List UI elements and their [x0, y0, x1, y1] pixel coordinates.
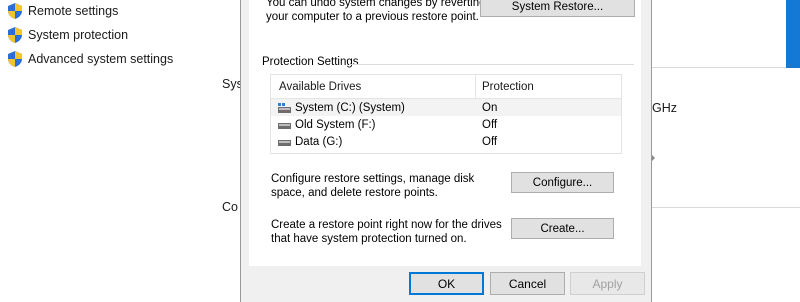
divider	[650, 67, 800, 68]
system-restore-description: You can undo system changes by reverting…	[266, 0, 486, 23]
cancel-button[interactable]: Cancel	[490, 272, 565, 295]
group-divider	[349, 64, 634, 65]
create-button[interactable]: Create...	[511, 218, 614, 239]
system-properties-dialog: You can undo system changes by reverting…	[240, 0, 652, 302]
table-row[interactable]: Data (G:) Off	[271, 133, 621, 150]
advanced-system-settings-label: Advanced system settings	[28, 52, 174, 66]
divider	[650, 207, 800, 208]
processor-speed-fragment: GHz	[652, 101, 677, 115]
remote-settings-label: Remote settings	[28, 4, 119, 18]
configure-description: Configure restore settings, manage disk …	[271, 173, 475, 199]
column-header-protection[interactable]: Protection	[476, 75, 621, 98]
drive-icon	[278, 139, 291, 146]
available-drives-table[interactable]: Available Drives Protection System (C:) …	[270, 74, 622, 154]
table-header: Available Drives Protection	[271, 75, 621, 99]
protection-status: Off	[482, 135, 498, 148]
configure-button[interactable]: Configure...	[511, 172, 614, 193]
system-drive-icon	[278, 102, 291, 113]
uac-shield-icon	[8, 51, 22, 67]
apply-button[interactable]: Apply	[570, 272, 645, 295]
windows-brand-strip	[786, 0, 800, 68]
advanced-system-settings-link[interactable]: Advanced system settings	[8, 51, 173, 67]
computer-name-heading-fragment: Co	[222, 200, 238, 214]
uac-shield-icon	[8, 3, 22, 19]
system-protection-label: System protection	[28, 28, 129, 42]
protection-settings-label: Protection Settings	[262, 56, 363, 68]
table-row[interactable]: Old System (F:) Off	[271, 116, 621, 133]
remote-settings-link[interactable]: Remote settings	[8, 3, 118, 19]
table-row[interactable]: System (C:) (System) On	[271, 99, 621, 116]
column-header-available-drives[interactable]: Available Drives	[271, 75, 476, 98]
drive-name: Old System (F:)	[295, 118, 376, 131]
system-restore-button[interactable]: System Restore...	[480, 0, 635, 17]
protection-status: On	[482, 101, 498, 114]
drive-name: Data (G:)	[295, 135, 343, 148]
system-protection-tab-panel: You can undo system changes by reverting…	[249, 0, 641, 266]
system-protection-link[interactable]: System protection	[8, 27, 128, 43]
create-description: Create a restore point right now for the…	[271, 219, 502, 245]
expand-arrow-icon	[652, 155, 655, 161]
drive-icon	[278, 122, 291, 129]
uac-shield-icon	[8, 27, 22, 43]
drive-name: System (C:) (System)	[295, 101, 405, 114]
protection-status: Off	[482, 118, 498, 131]
ok-button[interactable]: OK	[409, 272, 484, 295]
background-right-pane: GHz	[650, 0, 800, 300]
